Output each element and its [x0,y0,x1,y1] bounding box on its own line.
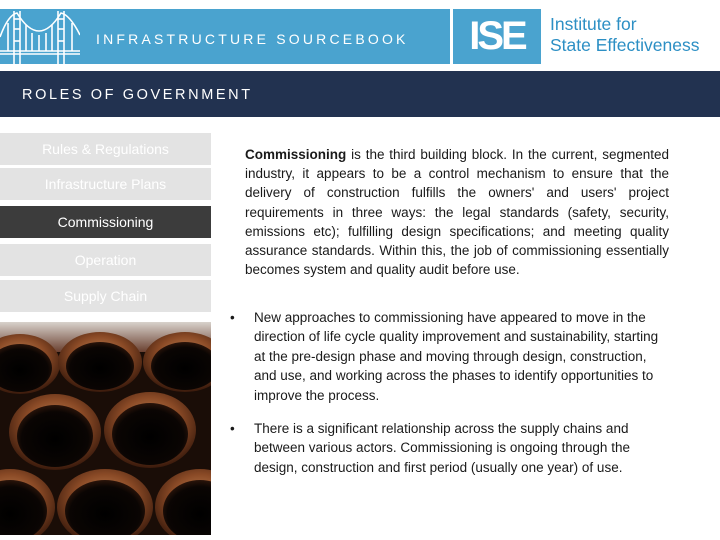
ise-logo-name-line2: State Effectiveness [550,35,700,55]
nav-item-commissioning[interactable]: Commissioning [0,206,211,238]
stacked-pipes-photo [0,322,211,535]
bullet-text: New approaches to commissioning have app… [254,310,659,403]
top-banner: INFRASTRUCTURE SOURCEBOOK ISE Institute … [0,9,720,64]
bridge-icon [0,11,80,64]
bullet-icon: • [230,310,235,325]
stacked-pipes-image [0,322,211,535]
section-bar: ROLES OF GOVERNMENT [0,71,720,117]
ise-logo: ISE Institute for State Effectiveness [450,9,720,64]
bullet-text: There is a significant relationship acro… [254,421,630,475]
section-title: ROLES OF GOVERNMENT [22,87,253,103]
nav-item-rules-regulations[interactable]: Rules & Regulations [0,133,211,165]
commissioning-description: is the third building block. In the curr… [245,147,669,278]
ise-logo-mark: ISE [453,9,541,64]
nav-item-infrastructure-plans[interactable]: Infrastructure Plans [0,168,211,200]
commissioning-paragraph: Commissioning is the third building bloc… [245,145,669,279]
commissioning-term: Commissioning [245,147,347,162]
ise-logo-name: Institute for State Effectiveness [550,14,700,56]
nav-item-supply-chain[interactable]: Supply Chain [0,280,211,312]
sourcebook-title: INFRASTRUCTURE SOURCEBOOK [96,31,409,47]
nav-item-operation[interactable]: Operation [0,244,211,276]
bullet-icon: • [230,421,235,436]
ise-logo-name-line1: Institute for [550,14,637,34]
